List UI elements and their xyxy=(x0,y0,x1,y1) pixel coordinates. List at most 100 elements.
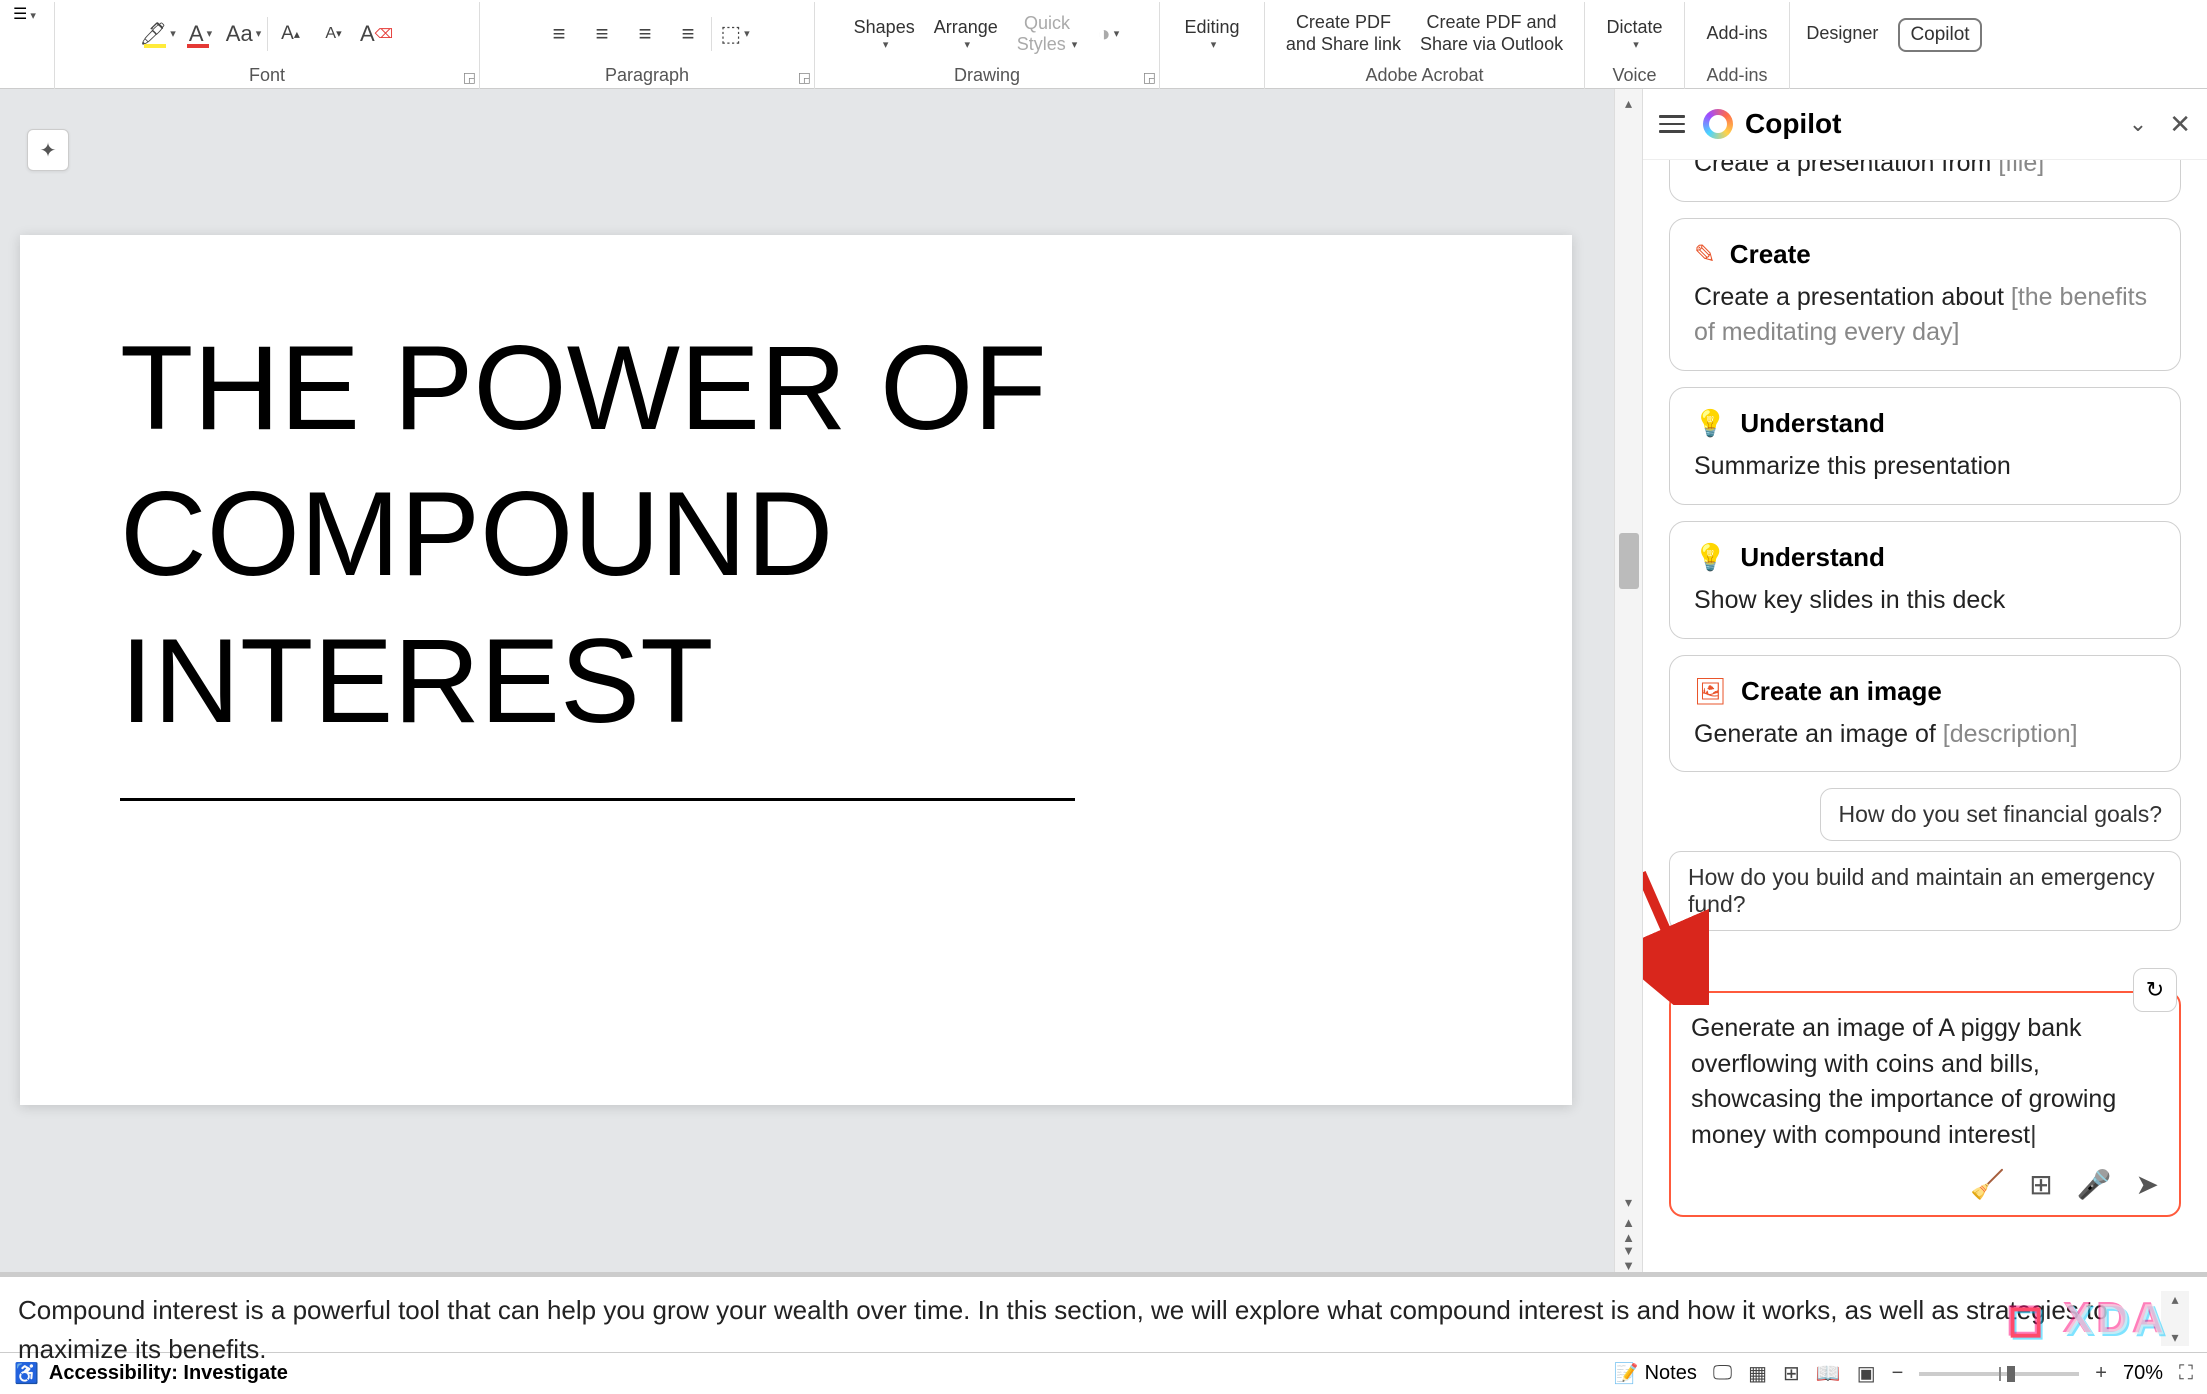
ribbon-group-addins: Add-ins Add-ins xyxy=(1685,2,1790,89)
scroll-down-icon[interactable]: ▾ xyxy=(1615,1188,1642,1216)
drawing-group-label: Drawing xyxy=(954,65,1020,86)
suggestion-create-from-file[interactable]: Create a presentation from [file] xyxy=(1669,160,2181,202)
suggestion-understand-summarize[interactable]: 💡 Understand Summarize this presentation xyxy=(1669,387,2181,505)
copilot-close-icon[interactable]: ✕ xyxy=(2169,109,2191,140)
editor-vertical-scrollbar[interactable]: ▴ ▾ ▲▲ ▼▼ xyxy=(1614,89,1642,1272)
zoom-level[interactable]: 70% xyxy=(2123,1362,2163,1385)
copilot-logo-icon xyxy=(1703,109,1733,139)
lightbulb-icon: 💡 xyxy=(1694,542,1726,573)
drawing-dialog-launcher-icon[interactable]: ◲ xyxy=(1143,69,1156,86)
ribbon-group-acrobat: Create PDFand Share link Create PDF andS… xyxy=(1265,2,1585,89)
normal-view-icon[interactable]: ▦ xyxy=(1748,1361,1767,1386)
slide-sorter-icon[interactable]: ⊞ xyxy=(1783,1361,1800,1386)
wand-icon: ✎ xyxy=(1694,239,1716,270)
paragraph-dialog-launcher-icon[interactable]: ◲ xyxy=(798,69,811,86)
suggestion-understand-keyslides[interactable]: 💡 Understand Show key slides in this dec… xyxy=(1669,521,2181,639)
prompt-apps-icon[interactable]: ⊞ xyxy=(2029,1168,2052,1201)
microphone-icon[interactable]: 🎤 xyxy=(2077,1168,2112,1201)
send-icon[interactable]: ➤ xyxy=(2136,1168,2159,1201)
font-dialog-launcher-icon[interactable]: ◲ xyxy=(463,69,476,86)
arrange-button[interactable]: Arrange▾ xyxy=(926,14,1006,54)
prompt-toolbar: 🧹 ⊞ 🎤 ➤ xyxy=(1691,1156,2159,1201)
decrease-font-icon[interactable]: A▾ xyxy=(314,17,354,51)
editing-button[interactable]: Editing▾ xyxy=(1176,14,1247,54)
ribbon-group-editing: Editing▾ xyxy=(1160,2,1265,89)
slide-editor-region: ✦ THE POWER OF COMPOUND INTEREST ▴ ▾ ▲▲ … xyxy=(0,89,1642,1272)
scroll-up-icon[interactable]: ▴ xyxy=(2171,1291,2178,1308)
increase-font-icon[interactable]: A▴ xyxy=(271,17,311,51)
status-bar: ♿ Accessibility: Investigate 📝 Notes 🖵 ▦… xyxy=(0,1352,2207,1394)
scroll-down-icon[interactable]: ▾ xyxy=(2171,1329,2178,1346)
prompt-text[interactable]: Generate an image of A piggy bank overfl… xyxy=(1691,1011,2159,1156)
justify-icon[interactable]: ≡ xyxy=(668,17,708,51)
ribbon-group-voice: Dictate▾ Voice xyxy=(1585,2,1685,89)
notes-text[interactable]: Compound interest is a powerful tool tha… xyxy=(18,1291,2161,1346)
align-right-icon[interactable]: ≡ xyxy=(625,17,665,51)
align-center-icon[interactable]: ≡ xyxy=(582,17,622,51)
copilot-header: Copilot ⌄ ✕ xyxy=(1643,89,2207,160)
slide-divider xyxy=(120,798,1075,801)
suggestion-create-image[interactable]: 🖼 Create an image Generate an image of [… xyxy=(1669,655,2181,772)
change-case-icon[interactable]: Aa▾ xyxy=(224,17,264,51)
dictate-button[interactable]: Dictate▾ xyxy=(1598,14,1670,54)
slide-canvas[interactable]: THE POWER OF COMPOUND INTEREST xyxy=(20,235,1572,1105)
refresh-button[interactable]: ↻ xyxy=(2133,968,2177,1012)
fit-window-icon[interactable]: ⛶ xyxy=(2179,1362,2193,1385)
image-icon: 🖼 xyxy=(1694,676,1727,707)
copilot-ribbon-button[interactable]: Copilot xyxy=(1898,18,1981,52)
chip-row-goals: How do you set financial goals? xyxy=(1669,788,2181,841)
zoom-thumb[interactable] xyxy=(2007,1366,2015,1382)
lightbulb-icon: 💡 xyxy=(1694,408,1726,439)
notes-scrollbar[interactable]: ▴ ▾ xyxy=(2161,1291,2189,1346)
voice-group-label: Voice xyxy=(1612,65,1656,86)
chip-emergency-fund[interactable]: How do you build and maintain an emergen… xyxy=(1669,851,2181,931)
ribbon-group-designer: Designer Copilot xyxy=(1790,2,1990,89)
next-slide-icon[interactable]: ▼▼ xyxy=(1615,1244,1642,1272)
shapes-button[interactable]: Shapes▾ xyxy=(846,14,923,54)
font-group-label: Font xyxy=(249,65,285,86)
clear-formatting-icon[interactable]: A⌫ xyxy=(357,17,397,51)
ribbon-group-drawing: Shapes▾ Arrange▾ QuickStyles▾ ◑▾ Drawing… xyxy=(815,2,1160,89)
addins-group-label: Add-ins xyxy=(1706,65,1767,86)
copilot-body: Create a presentation from [file] ✎ Crea… xyxy=(1643,160,2207,1272)
suggestion-create[interactable]: ✎ Create Create a presentation about [th… xyxy=(1669,218,2181,371)
slideshow-icon[interactable]: ▣ xyxy=(1857,1361,1876,1386)
ribbon-bar: ☰▾ 🖊▾ A▾ Aa▾ A▴ A▾ A⌫ Font ◲ ≡ ≡ ≡ ≡ ⬚▾ … xyxy=(0,0,2207,89)
quick-styles-button[interactable]: QuickStyles▾ xyxy=(1009,10,1086,58)
notes-pane[interactable]: Compound interest is a powerful tool tha… xyxy=(0,1272,2207,1352)
create-pdf-share-link-button[interactable]: Create PDFand Share link xyxy=(1278,9,1409,58)
slide-title-text[interactable]: THE POWER OF COMPOUND INTEREST xyxy=(120,315,1472,754)
font-color-icon[interactable]: A▾ xyxy=(181,17,221,51)
ribbon-group-left: ☰▾ xyxy=(0,2,55,89)
paragraph-group-label: Paragraph xyxy=(605,65,689,86)
section-icon[interactable]: ☰▾ xyxy=(11,2,43,30)
zoom-out-icon[interactable]: − xyxy=(1892,1362,1904,1385)
align-left-icon[interactable]: ≡ xyxy=(539,17,579,51)
ribbon-group-font: 🖊▾ A▾ Aa▾ A▴ A▾ A⌫ Font ◲ xyxy=(55,2,480,89)
reading-view-icon[interactable]: 📖 xyxy=(1816,1361,1841,1386)
prompt-style-icon[interactable]: 🧹 xyxy=(1970,1168,2005,1201)
scroll-thumb[interactable] xyxy=(1619,533,1639,589)
copilot-menu-icon[interactable] xyxy=(1653,105,1691,143)
designer-button[interactable]: Designer xyxy=(1798,20,1886,47)
notes-toggle[interactable]: 📝 Notes xyxy=(1614,1361,1697,1386)
zoom-in-icon[interactable]: + xyxy=(2095,1362,2107,1385)
acrobat-group-label: Adobe Acrobat xyxy=(1365,65,1483,86)
copilot-floating-button[interactable]: ✦ xyxy=(27,129,69,171)
zoom-slider[interactable] xyxy=(1919,1372,2079,1376)
chip-financial-goals[interactable]: How do you set financial goals? xyxy=(1820,788,2181,841)
copilot-collapse-icon[interactable]: ⌄ xyxy=(2129,111,2147,137)
prev-slide-icon[interactable]: ▲▲ xyxy=(1615,1216,1642,1244)
create-pdf-share-outlook-button[interactable]: Create PDF andShare via Outlook xyxy=(1412,9,1571,58)
display-settings-icon[interactable]: 🖵 xyxy=(1713,1362,1732,1385)
add-ins-button[interactable]: Add-ins xyxy=(1698,20,1775,47)
copilot-panel: Copilot ⌄ ✕ Create a presentation from [… xyxy=(1642,89,2207,1272)
ribbon-group-paragraph: ≡ ≡ ≡ ≡ ⬚▾ Paragraph ◲ xyxy=(480,2,815,89)
copilot-title: Copilot xyxy=(1745,108,2117,140)
notes-icon: 📝 xyxy=(1614,1361,1639,1386)
shape-effects-icon[interactable]: ◑▾ xyxy=(1088,17,1128,51)
scroll-up-icon[interactable]: ▴ xyxy=(1615,89,1642,117)
highlight-color-icon[interactable]: 🖊▾ xyxy=(138,17,178,51)
copilot-prompt-input[interactable]: Generate an image of A piggy bank overfl… xyxy=(1669,991,2181,1217)
convert-smartart-icon[interactable]: ⬚▾ xyxy=(715,17,755,51)
